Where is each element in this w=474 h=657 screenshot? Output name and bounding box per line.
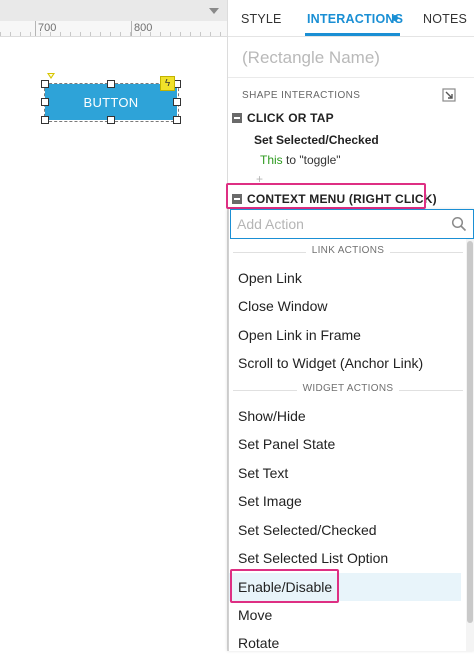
resize-handle-top-left[interactable] <box>41 80 49 88</box>
panel-tabs: STYLE INTERACTIONS NOTES <box>228 0 474 37</box>
tab-notes[interactable]: NOTES <box>423 12 467 26</box>
menu-item-set-image[interactable]: Set Image <box>229 487 461 515</box>
group-header-widget-actions: WIDGET ACTIONS <box>229 383 467 397</box>
group-header-label: WIDGET ACTIONS <box>296 383 400 394</box>
button-widget[interactable]: BUTTON <box>45 84 177 120</box>
item-highlight-outline <box>230 569 339 603</box>
dropdown-scrollbar-thumb[interactable] <box>467 241 473 623</box>
menu-item-scroll-to-widget[interactable]: Scroll to Widget (Anchor Link) <box>229 349 461 377</box>
menu-item-move[interactable]: Move <box>229 601 461 629</box>
menu-item-set-selected-checked[interactable]: Set Selected/Checked <box>229 516 461 544</box>
case-label[interactable]: Set Selected/Checked <box>254 133 379 147</box>
action-target: This <box>260 153 283 167</box>
corner-radius-handle-icon[interactable] <box>47 73 55 79</box>
collapse-toggle-icon[interactable] <box>232 113 242 123</box>
right-panel: STYLE INTERACTIONS NOTES (Rectangle Name… <box>226 0 474 651</box>
menu-item-close-window[interactable]: Close Window <box>229 292 461 320</box>
add-action-dropdown: LINK ACTIONS Open Link Close Window Open… <box>228 209 474 651</box>
shape-name-field[interactable]: (Rectangle Name) <box>242 48 380 68</box>
tab-style[interactable]: STYLE <box>241 12 282 26</box>
resize-handle-left[interactable] <box>41 98 49 106</box>
menu-item-set-selected-list-option[interactable]: Set Selected List Option <box>229 544 461 572</box>
canvas-topbar <box>0 0 227 22</box>
resize-handle-bottom-right[interactable] <box>173 116 181 124</box>
active-tab-indicator <box>305 33 400 36</box>
menu-item-set-panel-state[interactable]: Set Panel State <box>229 430 461 458</box>
event-highlight-outline <box>226 183 426 209</box>
action-value: to "toggle" <box>282 153 341 167</box>
design-canvas[interactable]: 700 800 BUTTON ϟ <box>0 0 227 651</box>
tab-interactions[interactable]: INTERACTIONS <box>307 12 403 26</box>
ruler-label-700: 700 <box>38 22 57 34</box>
ruler-label-800: 800 <box>134 22 153 34</box>
menu-item-open-link[interactable]: Open Link <box>229 264 461 292</box>
menu-item-set-text[interactable]: Set Text <box>229 459 461 487</box>
lightning-bolt-icon[interactable]: ϟ <box>160 76 175 91</box>
resize-handle-bottom-left[interactable] <box>41 116 49 124</box>
resize-handle-right[interactable] <box>173 98 181 106</box>
add-action-search-box[interactable] <box>230 209 474 239</box>
resize-handle-top[interactable] <box>107 80 115 88</box>
expand-editor-icon[interactable] <box>442 88 456 102</box>
section-label-shape-interactions: SHAPE INTERACTIONS <box>242 90 361 101</box>
action-line[interactable]: This to "toggle" <box>260 153 341 167</box>
search-icon[interactable] <box>451 216 467 232</box>
event-click-or-tap[interactable]: CLICK OR TAP <box>247 111 334 125</box>
horizontal-ruler: 700 800 <box>0 21 227 37</box>
group-header-label: LINK ACTIONS <box>305 245 391 256</box>
ruler-tick <box>131 21 132 36</box>
add-action-input[interactable] <box>237 214 447 234</box>
menu-item-rotate[interactable]: Rotate <box>229 629 461 657</box>
group-header-link-actions: LINK ACTIONS <box>229 245 467 259</box>
menu-item-show-hide[interactable]: Show/Hide <box>229 402 461 430</box>
ruler-tick <box>35 21 36 36</box>
menu-item-open-link-in-frame[interactable]: Open Link in Frame <box>229 321 461 349</box>
resize-handle-bottom[interactable] <box>107 116 115 124</box>
unsaved-dot-icon <box>392 15 398 21</box>
chevron-down-icon[interactable] <box>209 8 219 14</box>
divider <box>228 77 474 78</box>
